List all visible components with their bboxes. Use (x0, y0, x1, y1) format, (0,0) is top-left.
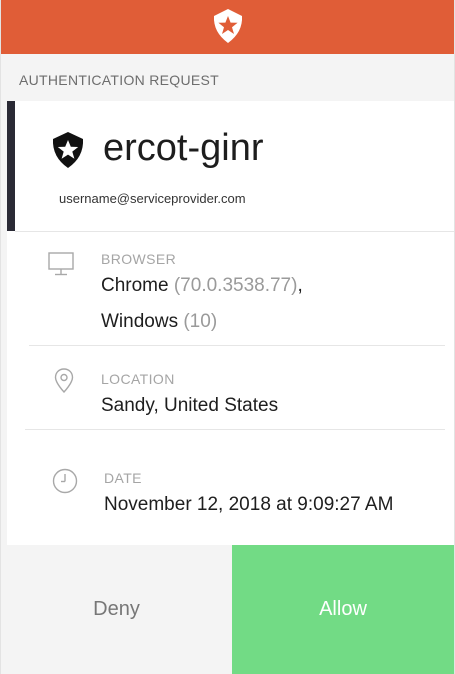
clock-icon (52, 468, 78, 494)
divider (29, 345, 445, 346)
app-header (1, 0, 454, 54)
location-pin-icon (54, 368, 74, 394)
browser-label: BROWSER (101, 251, 177, 267)
os-value: Windows (10) (101, 311, 217, 333)
auth0-logo-icon (213, 9, 242, 43)
action-bar: Deny Allow (1, 545, 454, 674)
request-card: ercot-ginr username@serviceprovider.com … (7, 101, 454, 545)
os-name: Windows (101, 311, 179, 332)
browser-name: Chrome (101, 275, 169, 296)
monitor-icon (48, 252, 74, 276)
auth0-star-shield-icon (52, 132, 84, 168)
app-name: ercot-ginr (103, 127, 264, 169)
location-value: Sandy, United States (101, 395, 279, 416)
username: username@serviceprovider.com (59, 191, 246, 206)
browser-value: Chrome (70.0.3538.77), (101, 275, 303, 297)
date-value: November 12, 2018 at 9:09:27 AM (104, 494, 394, 515)
divider (25, 429, 445, 430)
os-version: (10) (183, 311, 218, 332)
allow-button[interactable]: Allow (232, 545, 454, 674)
browser-version: (70.0.3538.77) (173, 275, 298, 296)
accent-bar (7, 101, 15, 231)
divider (15, 231, 454, 232)
date-label: DATE (104, 470, 142, 486)
section-label: AUTHENTICATION REQUEST (19, 72, 220, 88)
deny-button[interactable]: Deny (1, 545, 232, 674)
auth-screen: AUTHENTICATION REQUEST ercot-ginr userna… (0, 0, 455, 674)
browser-separator: , (297, 275, 303, 296)
location-label: LOCATION (101, 371, 175, 387)
